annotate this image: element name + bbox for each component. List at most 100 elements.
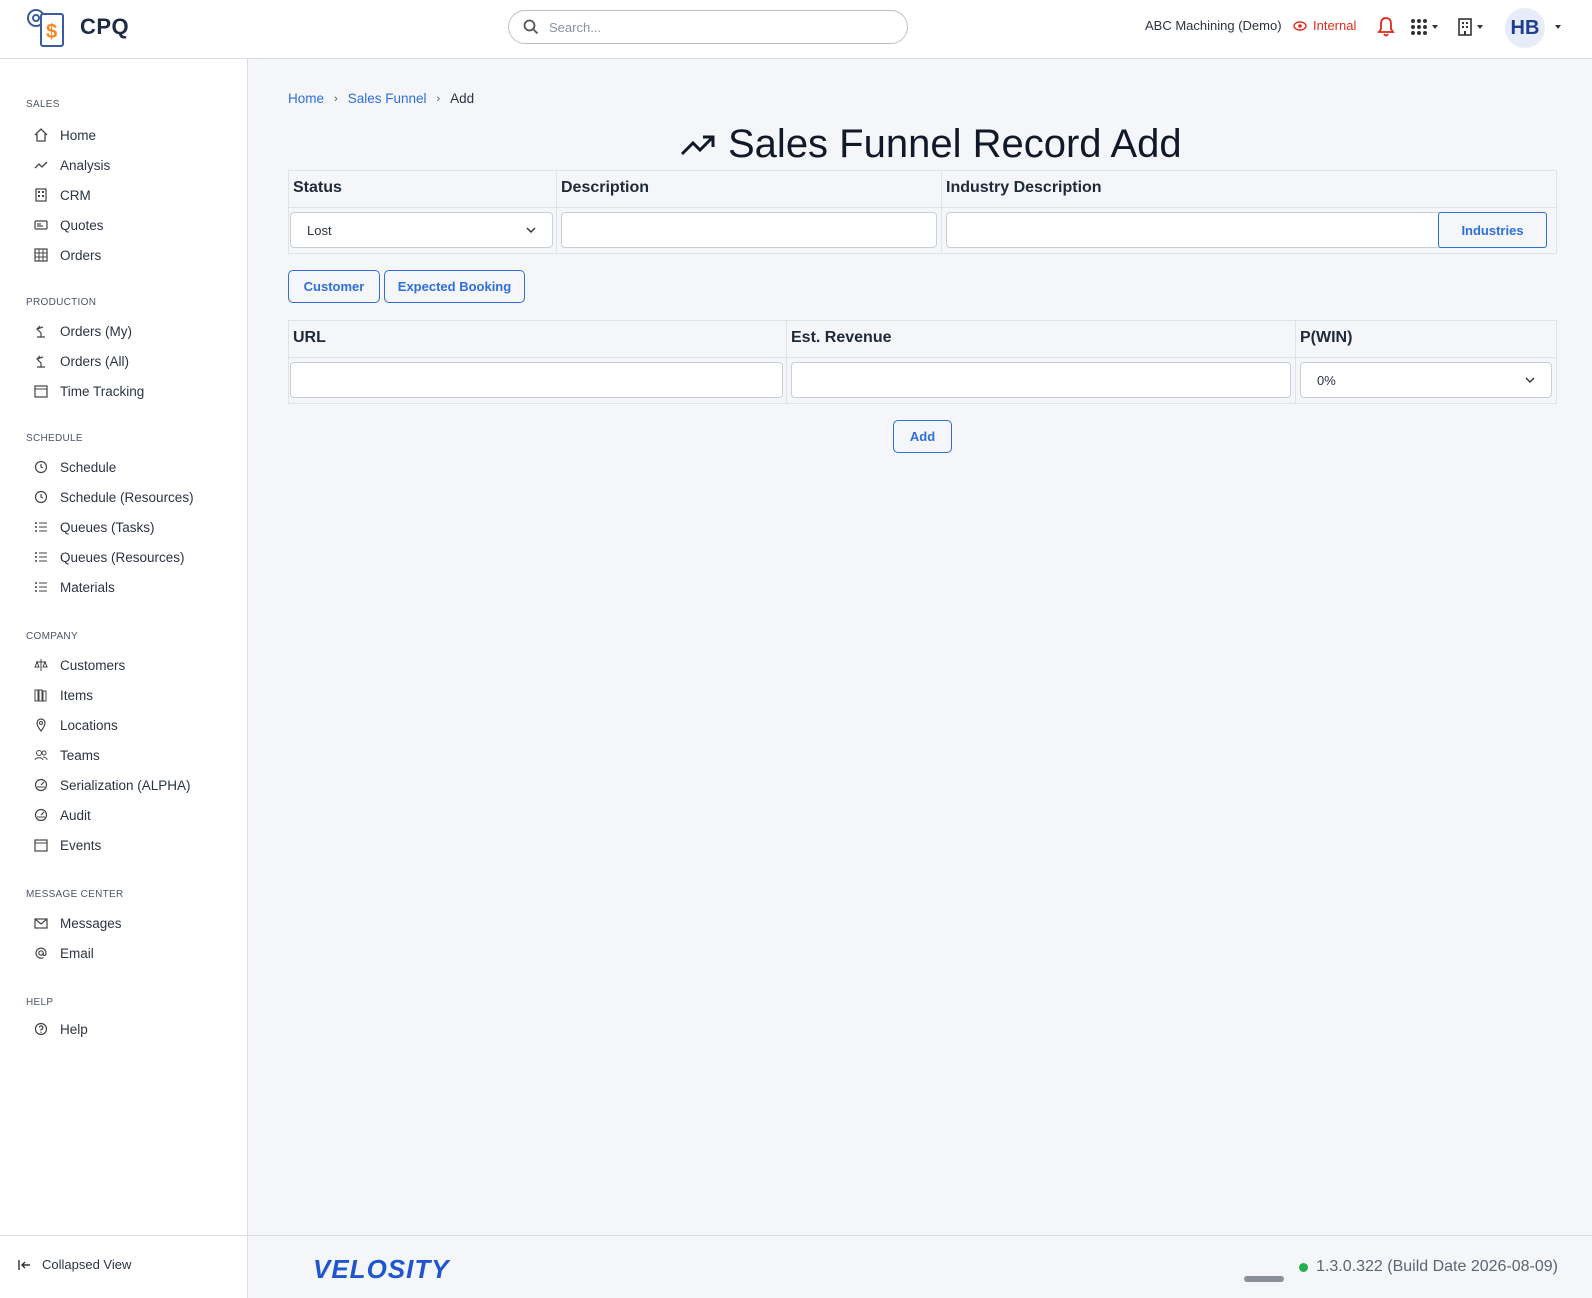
sidebar-item-home[interactable]: Home xyxy=(34,123,96,147)
company-name[interactable]: ABC Machining (Demo) xyxy=(1145,18,1282,33)
sidebar-item-email[interactable]: Email xyxy=(34,941,94,965)
description-cell: Description xyxy=(557,171,942,253)
sidebar-item-locations[interactable]: Locations xyxy=(34,713,118,737)
customer-button[interactable]: Customer xyxy=(288,270,380,303)
list-icon xyxy=(34,520,48,534)
sidebar-item-label: Items xyxy=(60,687,94,703)
sidebar-item-help[interactable]: Help xyxy=(34,1017,88,1041)
revenue-cell: Est. Revenue xyxy=(787,321,1296,403)
add-button[interactable]: Add xyxy=(893,420,952,453)
sidebar-item-items[interactable]: Items xyxy=(34,683,93,707)
sidebar-item-orders-all[interactable]: Orders (All) xyxy=(34,349,129,373)
sidebar-item-label: Materials xyxy=(60,579,115,595)
sidebar-item-crm[interactable]: CRM xyxy=(34,183,91,207)
list-icon xyxy=(34,580,48,594)
section-title-schedule: SCHEDULE xyxy=(26,433,83,444)
sidebar-item-orders[interactable]: Orders xyxy=(34,243,101,267)
collapsed-view-button[interactable]: Collapsed View xyxy=(18,1257,218,1272)
description-input[interactable] xyxy=(561,212,937,248)
avatar[interactable]: HB xyxy=(1505,8,1545,48)
at-icon xyxy=(34,946,48,960)
building-icon xyxy=(1458,18,1472,36)
sidebar-item-label: Orders (My) xyxy=(60,323,132,339)
sidebar-item-customers[interactable]: Customers xyxy=(34,653,125,677)
sidebar-item-label: Queues (Tasks) xyxy=(60,519,155,535)
books-icon xyxy=(34,688,48,702)
industry-description-input[interactable] xyxy=(946,212,1440,248)
sidebar-item-queues-tasks[interactable]: Queues (Tasks) xyxy=(34,515,155,539)
divider xyxy=(0,1235,248,1236)
velosity-logo[interactable]: VELOSITY xyxy=(313,1254,450,1285)
sidebar-item-label: Events xyxy=(60,837,102,853)
breadcrumb: Home › Sales Funnel › Add xyxy=(288,91,474,106)
sidebar-item-messages[interactable]: Messages xyxy=(34,911,122,935)
sidebar: SALES Home Analysis CRM Quotes Orders PR… xyxy=(0,59,248,1298)
top-bar: $ CPQ ABC Machining (Demo) Internal xyxy=(0,0,1592,59)
app-name[interactable]: CPQ xyxy=(80,14,129,40)
sidebar-item-schedule-resources[interactable]: Schedule (Resources) xyxy=(34,485,194,509)
divider xyxy=(557,207,941,208)
section-title-sales: SALES xyxy=(26,99,60,110)
status-select[interactable]: Lost xyxy=(290,212,553,248)
description-label: Description xyxy=(561,179,650,196)
table-icon xyxy=(34,248,48,262)
sidebar-item-audit[interactable]: Audit xyxy=(34,803,91,827)
url-input[interactable] xyxy=(290,362,783,398)
chevron-down-icon xyxy=(526,227,536,233)
sidebar-item-label: Time Tracking xyxy=(60,383,145,399)
sidebar-item-materials[interactable]: Materials xyxy=(34,575,115,599)
sidebar-item-queues-resources[interactable]: Queues (Resources) xyxy=(34,545,185,569)
trend-icon xyxy=(34,158,48,172)
scale-icon xyxy=(34,658,48,672)
grid-icon xyxy=(1411,19,1427,35)
pwin-select[interactable]: 0% xyxy=(1300,362,1552,398)
apps-menu-button[interactable] xyxy=(1410,16,1444,38)
sidebar-item-orders-my[interactable]: Orders (My) xyxy=(34,319,132,343)
svg-text:$: $ xyxy=(46,21,57,43)
sidebar-item-label: Analysis xyxy=(60,157,111,173)
quote-icon xyxy=(34,218,48,232)
sidebar-item-time-tracking[interactable]: Time Tracking xyxy=(34,379,144,403)
sidebar-item-label: Home xyxy=(60,127,97,143)
page-title-text: Sales Funnel Record Add xyxy=(728,122,1182,166)
drag-handle[interactable] xyxy=(1244,1276,1284,1282)
search-input[interactable] xyxy=(549,17,889,37)
gauge-icon xyxy=(34,808,48,822)
sidebar-item-label: Locations xyxy=(60,717,118,733)
sidebar-item-label: Help xyxy=(60,1021,88,1037)
sidebar-item-serialization[interactable]: Serialization (ALPHA) xyxy=(34,773,191,797)
internal-label: Internal xyxy=(1313,18,1357,33)
internal-mode-toggle[interactable]: Internal xyxy=(1293,18,1356,33)
cpq-logo-icon[interactable]: $ xyxy=(24,6,70,50)
list-icon xyxy=(34,550,48,564)
sidebar-item-label: Email xyxy=(60,945,94,961)
bell-icon[interactable] xyxy=(1376,16,1396,38)
calendar-icon xyxy=(34,838,48,852)
expected-booking-button[interactable]: Expected Booking xyxy=(384,270,525,303)
industries-button[interactable]: Industries xyxy=(1438,212,1547,248)
company-menu-button[interactable] xyxy=(1457,16,1491,38)
sidebar-item-label: Serialization (ALPHA) xyxy=(60,777,191,793)
chevron-down-icon[interactable] xyxy=(1555,25,1561,29)
sidebar-item-label: Schedule xyxy=(60,459,117,475)
sidebar-item-teams[interactable]: Teams xyxy=(34,743,100,767)
pwin-cell: P(WIN) 0% xyxy=(1296,321,1556,403)
divider xyxy=(942,207,1556,208)
footer: VELOSITY 1.3.0.322 (Build Date 2026-08-0… xyxy=(248,1235,1592,1298)
sidebar-item-events[interactable]: Events xyxy=(34,833,101,857)
est-revenue-input[interactable] xyxy=(791,362,1291,398)
robot-arm-icon xyxy=(34,324,48,338)
section-title-message-center: MESSAGE CENTER xyxy=(26,889,124,900)
search-icon xyxy=(523,19,539,35)
sidebar-item-analysis[interactable]: Analysis xyxy=(34,153,110,177)
users-icon xyxy=(34,748,48,762)
breadcrumb-home-link[interactable]: Home xyxy=(288,91,324,106)
sidebar-item-schedule[interactable]: Schedule xyxy=(34,455,116,479)
search-bar[interactable] xyxy=(508,10,908,44)
industry-description-label: Industry Description xyxy=(946,179,1102,196)
pwin-label: P(WIN) xyxy=(1300,329,1353,346)
clock-icon xyxy=(34,490,48,504)
divider xyxy=(787,357,1295,358)
sidebar-item-quotes[interactable]: Quotes xyxy=(34,213,104,237)
breadcrumb-sales-funnel-link[interactable]: Sales Funnel xyxy=(348,91,427,106)
